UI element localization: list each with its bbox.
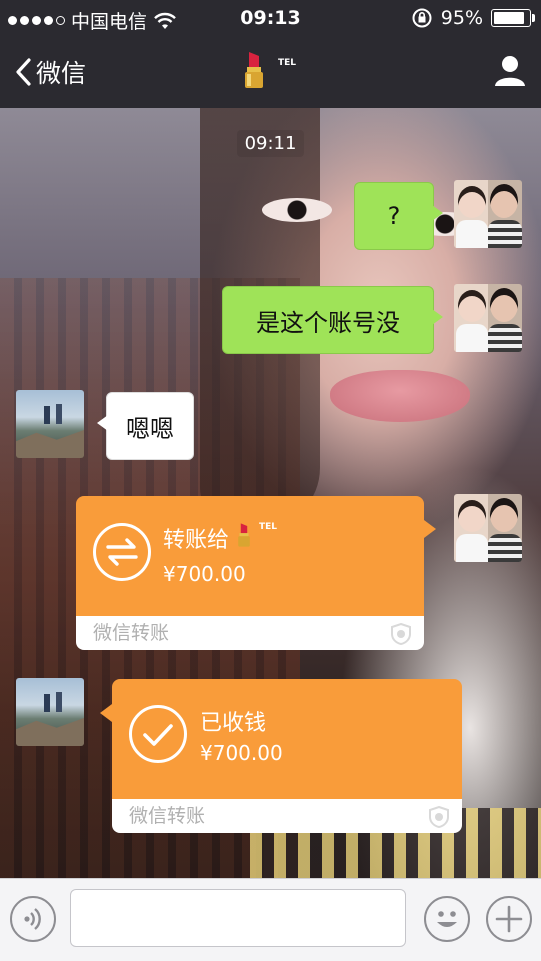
contact-avatar[interactable]	[16, 678, 84, 746]
transfer-arrows-icon	[93, 523, 151, 581]
nav-bar: 微信 TEL	[0, 36, 541, 108]
status-right: 95%	[411, 7, 535, 29]
status-bar: 中国电信 09:13 95%	[0, 0, 541, 36]
voice-button[interactable]	[10, 896, 56, 942]
timestamp-text: 09:11	[236, 130, 305, 157]
wechat-pay-icon	[391, 623, 411, 645]
transfer-footer-text: 微信转账	[93, 622, 170, 644]
transfer-tail	[100, 704, 112, 722]
emoji-button[interactable]	[424, 896, 470, 942]
battery-icon	[491, 9, 535, 27]
transfer-card-sent[interactable]: 转账给 TEL ¥700.00 微信转账	[76, 496, 424, 650]
message-bubble-received[interactable]: 嗯嗯	[97, 392, 194, 460]
plus-icon	[495, 905, 523, 933]
plus-button[interactable]	[486, 896, 532, 942]
checkmark-icon	[129, 705, 187, 763]
transfer-card-body: 已收钱 ¥700.00	[112, 679, 462, 799]
message-bubble-sent[interactable]: ?	[354, 182, 443, 250]
input-bar	[0, 878, 541, 961]
wechat-pay-icon	[429, 806, 449, 828]
transfer-card-body: 转账给 TEL ¥700.00	[76, 496, 424, 616]
my-avatar[interactable]	[454, 494, 522, 562]
rotation-lock-icon	[412, 8, 432, 28]
transfer-title-text: 已收钱	[200, 711, 267, 736]
transfer-card-footer: 微信转账	[112, 799, 462, 833]
battery-percent: 95%	[440, 7, 483, 29]
message-input[interactable]	[70, 889, 406, 947]
title-tel: TEL	[278, 58, 297, 68]
chevron-left-icon	[16, 58, 31, 86]
chat-timestamp: 09:11	[0, 130, 541, 157]
message-text: ?	[387, 202, 401, 230]
message-bubble-sent[interactable]: 是这个账号没	[222, 286, 443, 354]
transfer-title: 已收钱	[200, 705, 266, 737]
person-icon[interactable]	[491, 52, 529, 90]
back-button[interactable]: 微信	[14, 54, 86, 90]
emoji-icon	[437, 911, 457, 927]
contact-avatar[interactable]	[16, 390, 84, 458]
background-lips	[330, 370, 470, 422]
transfer-title-text: 转账给	[163, 528, 230, 553]
transfer-tail	[424, 520, 436, 538]
transfer-tel: TEL	[259, 522, 278, 532]
transfer-title: 转账给 TEL	[163, 522, 277, 554]
lipstick-icon	[238, 523, 250, 547]
message-text: 嗯嗯	[126, 414, 174, 443]
chat-title[interactable]: TEL	[240, 50, 296, 90]
back-label: 微信	[36, 59, 87, 88]
transfer-card-received[interactable]: 已收钱 ¥700.00 微信转账	[112, 679, 462, 833]
transfer-amount: ¥700.00	[163, 562, 246, 586]
background-eye-left	[262, 198, 332, 222]
my-avatar[interactable]	[454, 284, 522, 352]
voice-icon	[24, 908, 41, 930]
transfer-card-footer: 微信转账	[76, 616, 424, 650]
transfer-amount: ¥700.00	[200, 741, 283, 765]
lipstick-icon	[245, 52, 263, 88]
message-text: 是这个账号没	[256, 308, 400, 337]
transfer-footer-text: 微信转账	[129, 805, 206, 827]
my-avatar[interactable]	[454, 180, 522, 248]
